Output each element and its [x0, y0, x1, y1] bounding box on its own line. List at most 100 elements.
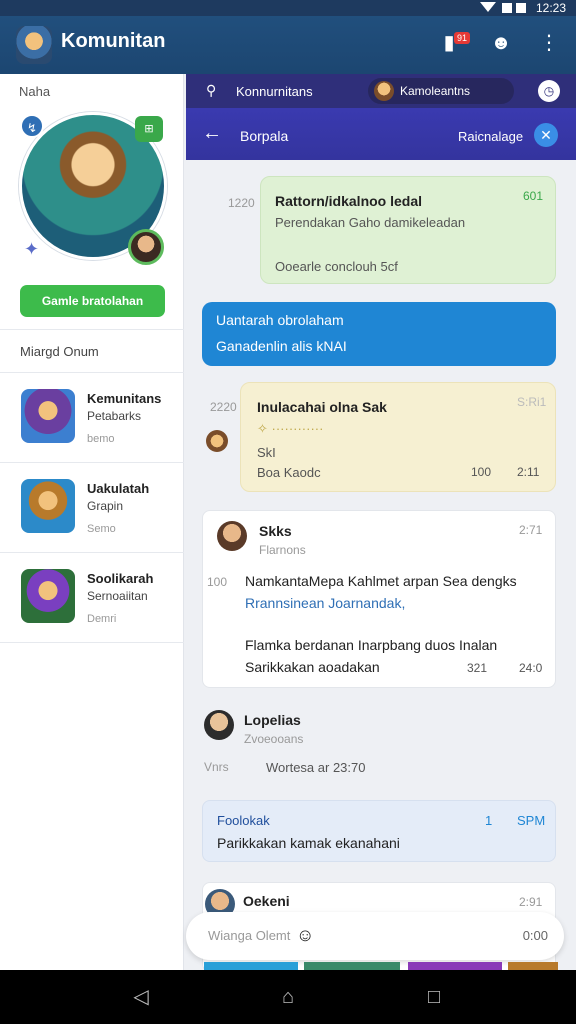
- app-logo: [16, 26, 52, 64]
- media-thumb[interactable]: [204, 962, 298, 970]
- input-count: 0:00: [522, 928, 548, 943]
- info-title: Foolokak: [217, 813, 270, 828]
- home-icon[interactable]: ⌂: [277, 986, 299, 1008]
- game-name: Soolikarah: [87, 571, 154, 586]
- game-thumbnail: [21, 569, 75, 623]
- chat-header-action[interactable]: Raicnalage: [458, 129, 523, 144]
- game-list-item[interactable]: Uakulatah Grapin Semo: [0, 463, 184, 553]
- sidebar: Naha ↯ ⊞ ✦ Gamle bratolahan Miargd Onum …: [0, 74, 184, 970]
- post-meta: Vnrs: [204, 760, 229, 774]
- post-card[interactable]: Skks Flarnons 2:71 100 NamkantaMepa Kahl…: [202, 510, 556, 688]
- community-label[interactable]: Konnurnitans: [236, 84, 313, 99]
- post-text: NamkantaMepa Kahlmet arpan Sea dengks: [245, 573, 517, 589]
- community-pill[interactable]: Kamoleantns: [368, 78, 514, 104]
- avatar: [374, 81, 394, 101]
- avatar[interactable]: [128, 229, 164, 265]
- sparkle-icon: ✧ ············: [257, 421, 324, 436]
- wifi-icon: [480, 2, 496, 12]
- game-list-item[interactable]: Soolikarah Sernoaiitan Demri: [0, 553, 184, 643]
- edit-icon[interactable]: ↯: [20, 114, 44, 138]
- system-nav-bar: ◁ ⌂ □: [0, 970, 576, 1024]
- message-title: Inulacahai olna Sak: [257, 399, 387, 415]
- chat-title: Borpala: [240, 128, 289, 144]
- pill-label: Kamoleantns: [400, 84, 471, 98]
- game-subtitle: Petabarks: [87, 409, 142, 423]
- media-thumb[interactable]: [508, 962, 558, 970]
- message-bubble[interactable]: Inulacahai olna Sak ✧ ············ SkI B…: [240, 382, 556, 492]
- game-name: Kemunitans: [87, 391, 162, 406]
- avatar[interactable]: [206, 430, 228, 452]
- avatar[interactable]: [217, 521, 247, 551]
- status-bar: 12:23: [0, 0, 576, 16]
- media-strip[interactable]: [204, 962, 558, 970]
- message-count: 601: [523, 189, 544, 203]
- message-title: Uantarah obrolaham: [216, 312, 344, 328]
- clock-icon[interactable]: ◷: [538, 80, 560, 102]
- pin-icon[interactable]: ⚲: [206, 82, 216, 99]
- message-text: Perendakan Gaho damikeleadan: [275, 215, 466, 230]
- more-icon[interactable]: ⋮: [536, 30, 562, 56]
- post-footer: Wortesa ar 23:70: [266, 760, 366, 775]
- game-meta: Demri: [87, 613, 117, 625]
- close-icon[interactable]: ✕: [534, 123, 558, 147]
- message-text: SkI: [257, 445, 276, 460]
- post-role: Zvoeooans: [244, 732, 304, 746]
- game-subtitle: Grapin: [87, 499, 124, 513]
- post-author[interactable]: Skks: [259, 523, 292, 539]
- message-time: 2:11: [517, 465, 540, 479]
- chat-area[interactable]: 1220 Rattorn/idkalnoo ledal Perendakan G…: [186, 160, 576, 970]
- chat-header: ← Borpala Raicnalage ✕: [186, 108, 576, 160]
- message-time: 2220: [210, 400, 237, 414]
- post-text: Sarikkakan aoadakan: [245, 659, 380, 675]
- level-badge: ⊞: [135, 116, 163, 142]
- like-count[interactable]: 100: [471, 465, 491, 479]
- info-card[interactable]: Foolokak Parikkakan kamak ekanahani 1 SP…: [202, 800, 556, 862]
- post-time: 24:0: [519, 661, 543, 675]
- post-link[interactable]: Rrannsinean Joarnandak,: [245, 595, 405, 611]
- sidebar-label: Naha: [19, 84, 51, 99]
- sword-icon: ✦: [24, 239, 40, 259]
- game-meta: Semo: [87, 523, 116, 535]
- game-name: Uakulatah: [87, 481, 150, 496]
- back-arrow-icon[interactable]: ←: [202, 122, 222, 145]
- game-meta: bemo: [87, 433, 115, 445]
- app-title: Komunitan: [61, 30, 166, 52]
- game-button[interactable]: Gamle bratolahan: [20, 285, 165, 317]
- message-input-placeholder: Wianga Olemt: [208, 928, 291, 943]
- message-text: Ganadenlin alis kNAI: [216, 338, 347, 354]
- message-bubble[interactable]: Rattorn/idkalnoo ledal Perendakan Gaho d…: [260, 176, 556, 284]
- info-meta: SPM: [517, 813, 546, 828]
- post-author[interactable]: Oekeni: [243, 893, 290, 909]
- back-icon[interactable]: ◁: [130, 986, 152, 1008]
- divider: [0, 329, 184, 330]
- message-count: S:Ri1: [517, 395, 547, 409]
- post-time: 2:91: [519, 895, 543, 909]
- message-footer: Ooearle conclouh 5cf: [275, 259, 398, 274]
- recents-icon[interactable]: □: [423, 986, 445, 1008]
- post-text: Flamka berdanan Inarpbang duos Inalan: [245, 637, 498, 653]
- game-thumbnail: [21, 389, 75, 443]
- post-number: 100: [207, 575, 228, 589]
- message-input[interactable]: Wianga Olemt ☺ 0:00: [186, 912, 564, 960]
- message-footer: Boa Kaodc: [257, 465, 321, 480]
- info-meta: 1: [485, 813, 493, 828]
- post-role: Flarnons: [259, 543, 306, 557]
- message-title: Rattorn/idkalnoo ledal: [275, 193, 423, 209]
- media-thumb[interactable]: [408, 962, 502, 970]
- like-count[interactable]: 321: [467, 661, 487, 675]
- add-user-icon[interactable]: ☻: [488, 30, 514, 56]
- media-thumb[interactable]: [304, 962, 400, 970]
- message-bubble[interactable]: Uantarah obrolaham Ganadenlin alis kNAI: [202, 302, 556, 366]
- emoji-icon[interactable]: ☺: [296, 925, 314, 946]
- game-list-item[interactable]: Kemunitans Petabarks bemo: [0, 373, 184, 463]
- app-bar: Komunitan ▮ 91 ☻ ⋮: [0, 16, 576, 74]
- chat-icon[interactable]: ▮ 91: [436, 30, 470, 56]
- info-text: Parikkakan kamak ekanahani: [217, 835, 400, 851]
- community-strip: ⚲ Konnurnitans Kamoleantns ◷: [186, 74, 576, 108]
- message-time: 1220: [228, 196, 255, 210]
- status-time: 12:23: [535, 1, 566, 15]
- post-author[interactable]: Lopelias: [244, 712, 301, 728]
- chat-badge: 91: [453, 32, 470, 44]
- avatar[interactable]: [204, 710, 234, 740]
- signal-icon: [502, 3, 512, 13]
